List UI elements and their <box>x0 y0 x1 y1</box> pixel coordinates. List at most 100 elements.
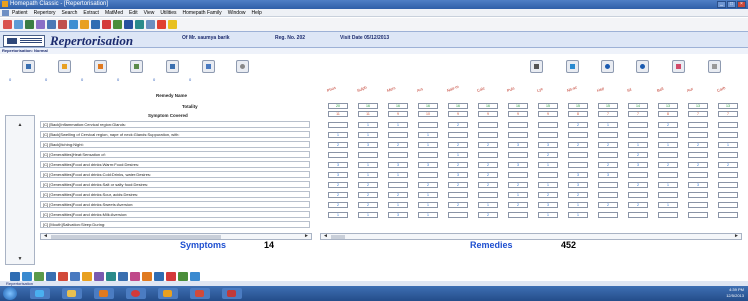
grade-cell[interactable]: 1 <box>568 212 588 218</box>
menu-homepath-family[interactable]: Homepath Family <box>183 9 222 16</box>
grade-cell[interactable]: 3 <box>598 172 618 178</box>
menu-utilities[interactable]: Utilities <box>160 9 176 16</box>
grade-cell[interactable] <box>718 172 738 178</box>
grade-cell[interactable]: 2 <box>388 142 408 148</box>
grade-cell[interactable] <box>328 122 348 128</box>
action-button-2[interactable] <box>58 60 71 73</box>
patient-tool-icon[interactable] <box>3 20 12 29</box>
menu-edit[interactable]: Edit <box>129 9 138 16</box>
menu-view[interactable]: View <box>144 9 155 16</box>
delete-tool-icon[interactable] <box>157 20 166 29</box>
grade-cell[interactable]: 2 <box>688 142 708 148</box>
taskbar-homepath-icon[interactable] <box>190 288 210 299</box>
grade-cell[interactable]: 1 <box>418 202 438 208</box>
grade-cell[interactable] <box>508 132 528 138</box>
help-tool-icon[interactable] <box>168 20 177 29</box>
grade-cell[interactable]: 2 <box>538 152 558 158</box>
remedy-name[interactable]: Sulph <box>356 85 367 93</box>
grade-cell[interactable] <box>718 152 738 158</box>
remedy-name[interactable]: Aur <box>686 86 694 93</box>
action-button-4[interactable] <box>130 60 143 73</box>
grade-cell[interactable] <box>508 122 528 128</box>
grade-cell[interactable]: 2 <box>358 202 378 208</box>
menu-help[interactable]: Help <box>251 9 261 16</box>
grade-cell[interactable]: 1 <box>358 132 378 138</box>
grade-cell[interactable]: 3 <box>418 162 438 168</box>
refresh-button[interactable] <box>236 60 249 73</box>
grade-cell[interactable] <box>688 172 708 178</box>
remedy-horizontal-scrollbar[interactable]: ◄ ► <box>320 233 742 240</box>
menu-repertory[interactable]: Repertory <box>34 9 56 16</box>
grade-cell[interactable] <box>598 212 618 218</box>
tree-tool-icon[interactable] <box>113 20 122 29</box>
grade-cell[interactable] <box>688 212 708 218</box>
menu-window[interactable]: Window <box>228 9 246 16</box>
action-button-5[interactable] <box>166 60 179 73</box>
grade-cell[interactable]: 3 <box>388 212 408 218</box>
grade-cell[interactable]: 3 <box>538 202 558 208</box>
grade-cell[interactable]: 1 <box>388 172 408 178</box>
grade-cell[interactable]: 3 <box>508 162 528 168</box>
grade-cell[interactable] <box>718 182 738 188</box>
remedy-name[interactable]: Hep <box>596 86 605 93</box>
grade-cell[interactable] <box>718 202 738 208</box>
grade-cell[interactable] <box>688 122 708 128</box>
maximize-button[interactable]: □ <box>727 1 736 8</box>
scroll-up-icon[interactable]: ▲ <box>17 122 23 128</box>
grade-cell[interactable]: 3 <box>568 172 588 178</box>
grade-cell[interactable]: 1 <box>658 142 678 148</box>
grade-cell[interactable]: 2 <box>448 122 468 128</box>
bottom-tool-7-icon[interactable] <box>82 272 92 281</box>
grade-cell[interactable] <box>448 132 468 138</box>
grade-cell[interactable]: 3 <box>688 182 708 188</box>
grade-cell[interactable]: 2 <box>328 202 348 208</box>
grade-cell[interactable]: 1 <box>418 142 438 148</box>
bottom-tool-5-icon[interactable] <box>58 272 68 281</box>
list-tool-icon[interactable] <box>47 20 56 29</box>
grade-cell[interactable] <box>388 132 408 138</box>
grade-cell[interactable]: 2 <box>718 162 738 168</box>
grade-cell[interactable] <box>688 192 708 198</box>
grade-cell[interactable] <box>658 212 678 218</box>
grade-cell[interactable] <box>448 212 468 218</box>
remedy-button-5[interactable] <box>672 60 685 73</box>
remedy-button-3[interactable] <box>601 60 614 73</box>
left-scroll-panel[interactable]: ▲ ▼ <box>5 115 35 265</box>
chart-tool-icon[interactable] <box>58 20 67 29</box>
grade-cell[interactable] <box>718 122 738 128</box>
bottom-tool-11-icon[interactable] <box>130 272 140 281</box>
grade-cell[interactable]: 1 <box>538 162 558 168</box>
grade-cell[interactable]: 2 <box>508 182 528 188</box>
remedy-name[interactable]: Bell <box>656 86 664 93</box>
bottom-tool-16-icon[interactable] <box>190 272 200 281</box>
grade-cell[interactable] <box>418 122 438 128</box>
grade-cell[interactable] <box>658 132 678 138</box>
bottom-tool-3-icon[interactable] <box>34 272 44 281</box>
remedy-button-4[interactable] <box>636 60 649 73</box>
search-tool-icon[interactable] <box>25 20 34 29</box>
grade-cell[interactable] <box>388 152 408 158</box>
rubric-row[interactable]: [C] [Generalities]Heat:Sensation of: <box>40 151 310 158</box>
grade-cell[interactable] <box>688 132 708 138</box>
grade-cell[interactable]: 1 <box>568 202 588 208</box>
grade-cell[interactable] <box>658 192 678 198</box>
grid-tool-icon[interactable] <box>91 20 100 29</box>
grade-cell[interactable] <box>628 122 648 128</box>
rubric-row[interactable]: [C] [Back]Swelling of Cervical region, n… <box>40 131 310 138</box>
grade-cell[interactable]: 2 <box>478 172 498 178</box>
grade-cell[interactable]: 2 <box>628 152 648 158</box>
grade-cell[interactable] <box>418 172 438 178</box>
grade-cell[interactable] <box>478 152 498 158</box>
grade-cell[interactable] <box>508 152 528 158</box>
menu-search[interactable]: Search <box>62 9 78 16</box>
remedy-name[interactable]: Phos <box>326 85 336 93</box>
menu-patient[interactable]: Patient <box>12 9 28 16</box>
grade-cell[interactable] <box>448 192 468 198</box>
grade-cell[interactable]: 3 <box>448 172 468 178</box>
grade-cell[interactable]: 1 <box>718 142 738 148</box>
bottom-tool-13-icon[interactable] <box>154 272 164 281</box>
grade-cell[interactable] <box>628 212 648 218</box>
bottom-tool-12-icon[interactable] <box>142 272 152 281</box>
taskbar-window-icon[interactable] <box>222 288 242 299</box>
grade-cell[interactable]: 2 <box>658 162 678 168</box>
